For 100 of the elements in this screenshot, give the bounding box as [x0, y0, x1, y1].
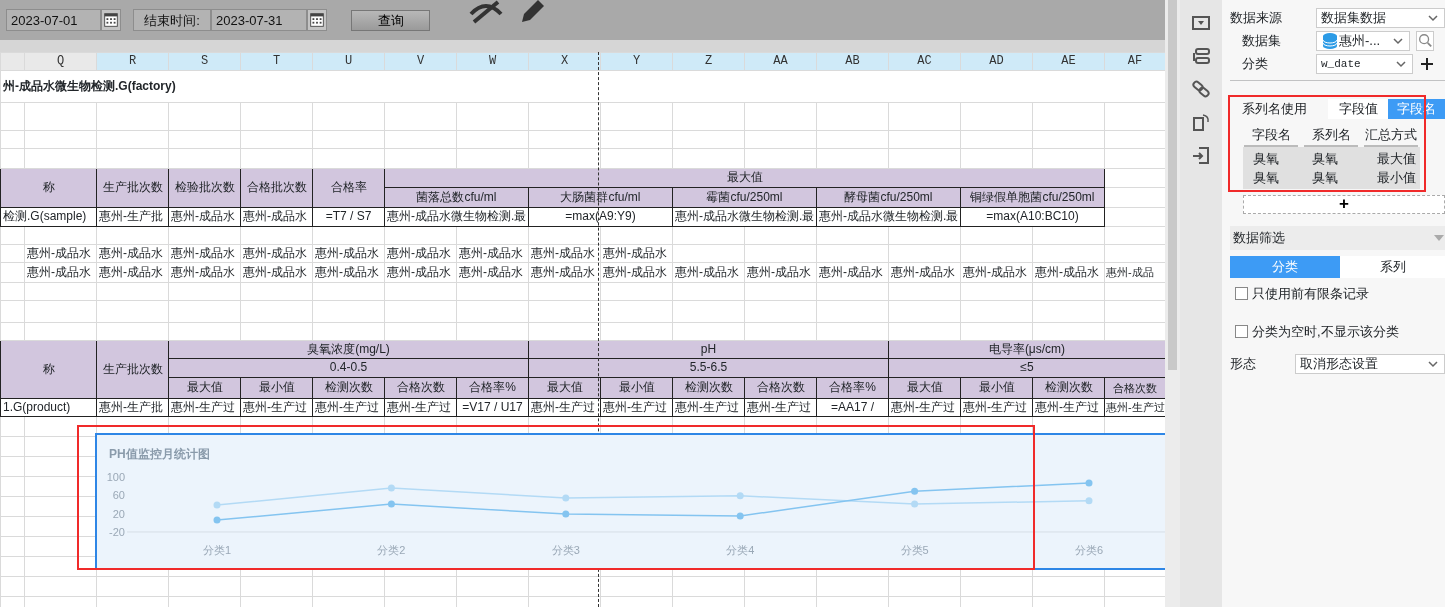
table-cell-text: 最大值 [1375, 149, 1417, 168]
data-point [213, 501, 221, 509]
link-icon[interactable] [1191, 80, 1211, 98]
table-cell: 惠州-生产过 [312, 398, 385, 417]
dropdown[interactable]: 数据集数据 [1316, 8, 1445, 28]
eye-slash-icon[interactable] [468, 0, 504, 24]
table-cell: 惠州-成品水 [528, 262, 601, 283]
table-cell: 惠州-成品水 [528, 244, 601, 263]
data-point [911, 500, 919, 508]
table-cell-text: 最小值 [1375, 168, 1417, 187]
table-cell: 惠州-成品水 [744, 262, 817, 283]
column-header[interactable]: X [528, 52, 601, 71]
header-cell: 检验批次数 [168, 168, 241, 208]
checkbox-label: 只使用前有限条记录 [1252, 284, 1369, 303]
table-cell: 惠州-成品水 [312, 244, 385, 263]
table-cell: 惠州-成品水 [672, 262, 745, 283]
database-icon[interactable] [1321, 32, 1339, 50]
column-header[interactable]: AE [1032, 52, 1105, 71]
header-cell: 合格率 [312, 168, 385, 208]
table-cell: 惠州-成品水 [24, 262, 97, 283]
dropdown[interactable]: w_date [1316, 54, 1413, 74]
field-label: 数据来源 [1230, 9, 1283, 28]
search-icon[interactable] [1416, 31, 1434, 51]
checkbox[interactable] [1235, 286, 1248, 300]
document-rotate-icon[interactable] [1191, 113, 1211, 131]
column-header[interactable]: AC [888, 52, 961, 71]
table-cell: 1.G(product) [0, 398, 97, 417]
field-label: 形态 [1230, 354, 1257, 373]
column-header[interactable]: V [384, 52, 457, 71]
category-label: 分类4 [726, 544, 755, 556]
column-header[interactable]: S [168, 52, 241, 71]
axis-tick-label: 60 [112, 489, 125, 502]
column-header[interactable]: Z [672, 52, 745, 71]
table-cell: 惠州-生产过 [240, 398, 313, 417]
data-point [213, 516, 221, 524]
table-cell: 惠州-成品水 [168, 262, 241, 283]
category-label: 分类6 [1074, 544, 1104, 556]
calendar-icon[interactable] [308, 10, 326, 30]
add-icon[interactable] [1420, 57, 1434, 71]
import-icon[interactable] [1191, 146, 1211, 164]
column-header[interactable]: AD [960, 52, 1033, 71]
table-cell: 惠州-成品水 [888, 262, 961, 283]
column-header[interactable]: W [456, 52, 529, 71]
scrollbar-thumb[interactable] [1168, 0, 1177, 370]
data-point [1085, 479, 1093, 487]
table-cell: 惠州-生产批 [96, 207, 169, 227]
toggle-option[interactable]: 字段值 [1328, 99, 1388, 119]
table-cell: 惠州-成品水微生物检测.最 [672, 207, 817, 227]
table-cell: 惠州-成品水 [24, 244, 97, 263]
column-header[interactable]: T [240, 52, 313, 71]
field-label: 系列名使用 [1242, 100, 1308, 119]
dropdown[interactable]: 惠州-... [1316, 31, 1410, 51]
axis-tick-label: -20 [109, 525, 125, 538]
column-header[interactable]: AB [816, 52, 889, 71]
checkbox[interactable] [1235, 325, 1248, 339]
panel-icon[interactable] [1191, 14, 1211, 32]
tab[interactable]: 系列 [1340, 255, 1445, 278]
data-point [911, 487, 919, 495]
dropdown[interactable]: 取消形态设置 [1295, 353, 1445, 374]
query-button[interactable]: 查询 [351, 9, 430, 31]
table-cell: 惠州-成品水微生物检测.最 [384, 207, 529, 227]
table-cell-text: 臭氧 [1310, 149, 1339, 168]
column-header[interactable]: Y [600, 52, 673, 71]
calendar-icon[interactable] [102, 10, 120, 30]
add-button[interactable]: + [1243, 194, 1445, 214]
column-header[interactable]: AA [744, 52, 817, 71]
table-cell: 惠州-成品水 [384, 262, 457, 283]
field-label: 分类 [1241, 55, 1269, 74]
column-header[interactable]: R [96, 52, 169, 71]
axis-tick-label: 100 [106, 471, 125, 483]
list-icon[interactable] [1191, 47, 1211, 65]
table-cell: 惠州-生产过 [528, 398, 601, 417]
table-cell-text: 臭氧 [1252, 168, 1280, 187]
data-point [736, 512, 744, 520]
data-point [387, 484, 395, 492]
table-cell: 惠州-成品水 [240, 244, 313, 263]
table-cell: 惠州-成品水 [600, 244, 673, 263]
category-label: 分类5 [900, 544, 929, 556]
formula-cell: =max(A10:BC10) [960, 207, 1105, 227]
data-point [736, 492, 744, 500]
table-cell: 惠州-生产批 [96, 398, 169, 417]
column-header[interactable]: AF [1104, 52, 1165, 71]
table-cell: 惠州-生产过 [960, 398, 1033, 417]
table-cell: 惠州-生产过 [384, 398, 457, 417]
category-label: 分类1 [202, 544, 232, 556]
column-header[interactable]: Q [24, 52, 97, 71]
header-cell: 称 [0, 168, 97, 208]
data-point [1085, 497, 1093, 505]
field-label: 数据集 [1241, 32, 1282, 51]
formula-cell: =max(A9:Y9) [528, 207, 673, 227]
chart-title: PH值监控月统计图 [109, 447, 210, 461]
report-title: 州-成品水微生物检测.G(factory) [0, 70, 1165, 103]
category-label: 分类2 [377, 544, 406, 556]
date-field[interactable]: 2023-07-01 [6, 9, 101, 31]
table-cell: 惠州-生产过 [888, 398, 961, 417]
date-field[interactable]: 2023-07-31 [211, 9, 307, 31]
table-cell: 惠州-成品水 [960, 262, 1033, 283]
table-cell: 惠州-成品水 [600, 262, 673, 283]
table-cell: 惠州-生产过 [672, 398, 745, 417]
column-header[interactable]: U [312, 52, 385, 71]
